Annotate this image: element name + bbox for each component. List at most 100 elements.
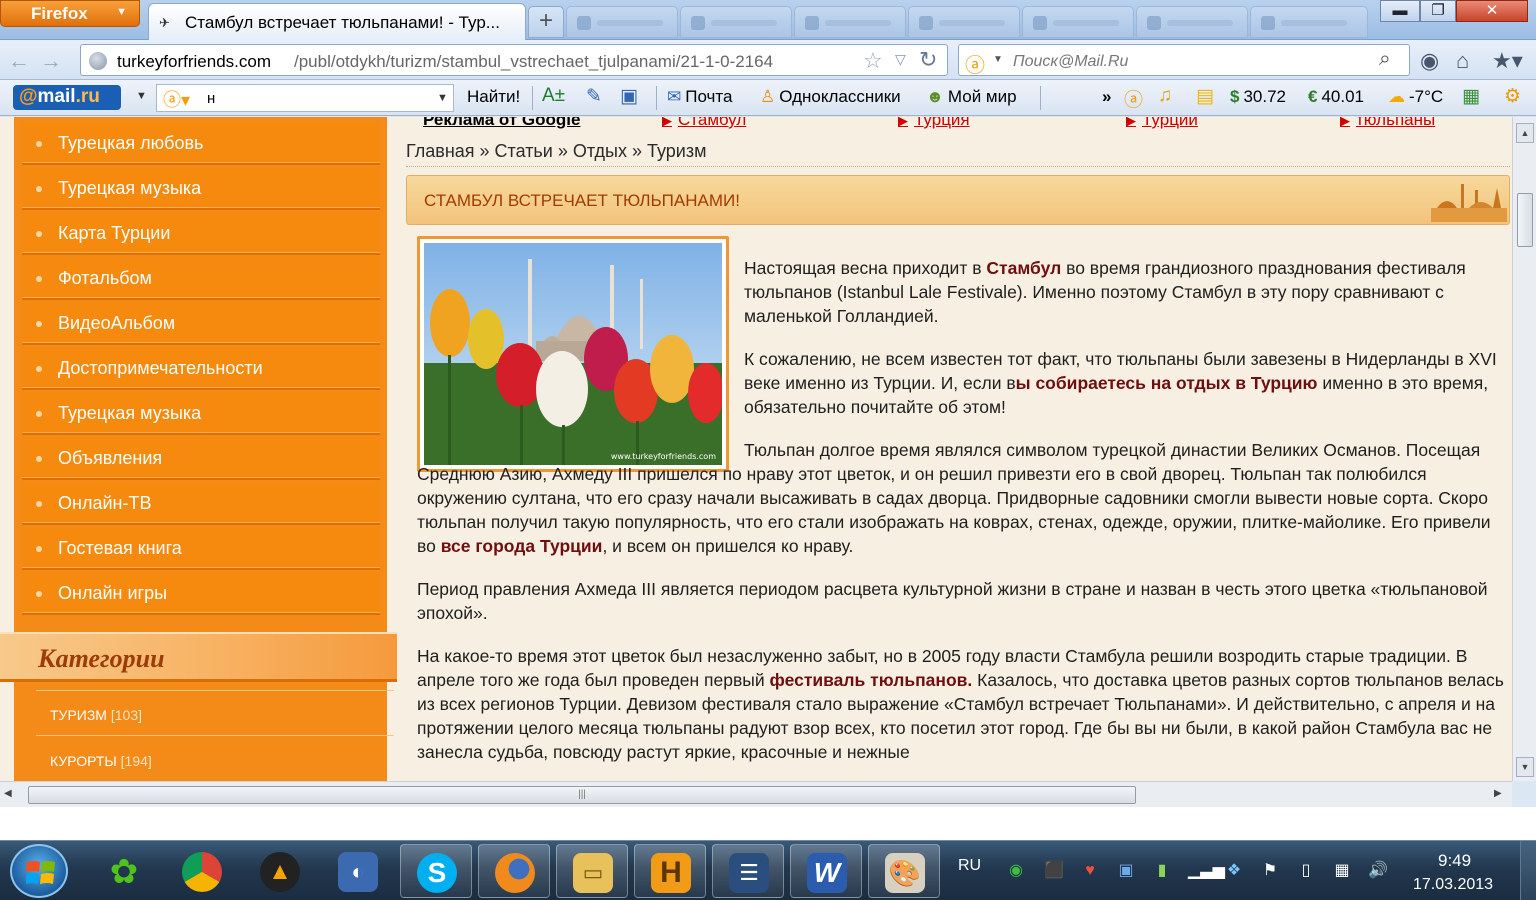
show-desktop-button[interactable] xyxy=(1520,841,1536,900)
usd-rate[interactable]: $30.72 xyxy=(1230,87,1286,107)
games-icon[interactable]: ▤ xyxy=(1196,85,1214,108)
sidebar-item-photo-album[interactable]: Фотальбом xyxy=(22,257,380,300)
scroll-down-arrow-icon[interactable]: ▼ xyxy=(1516,757,1534,777)
back-arrow-icon[interactable]: ← xyxy=(8,48,30,74)
site-identity-icon[interactable] xyxy=(89,52,107,70)
link-istanbul[interactable]: Стамбул xyxy=(986,258,1061,278)
ad-link[interactable]: ▶ тюльпаны xyxy=(1340,117,1435,130)
horizontal-scrollbar[interactable]: ◀ ||| ▶ xyxy=(0,781,1512,807)
forward-arrow-icon[interactable]: → xyxy=(40,48,62,74)
more-chevron-icon[interactable]: » xyxy=(1102,87,1111,107)
close-window-button[interactable]: ✕ xyxy=(1456,0,1528,22)
maximize-button[interactable]: ❐ xyxy=(1420,0,1456,22)
taskbar-firefox[interactable] xyxy=(478,844,550,898)
tray-monitor-icon[interactable]: ▣ xyxy=(1116,861,1136,881)
font-size-icon[interactable]: A± xyxy=(542,85,565,107)
language-indicator[interactable]: RU xyxy=(958,857,981,875)
sidebar-item-video-album[interactable]: ВидеоАльбом xyxy=(22,302,380,345)
sidebar-item-turkish-music-2[interactable]: Турецкая музыка xyxy=(22,392,380,435)
tab-background[interactable] xyxy=(1022,6,1134,38)
tab-background[interactable] xyxy=(566,6,678,38)
tray-usb-icon[interactable]: ▯ xyxy=(1296,861,1316,881)
taskbar-txtru[interactable]: ☰ xyxy=(712,844,784,898)
tab-active[interactable]: ✈ Стамбул встречает тюльпанами! - Тур... xyxy=(148,3,526,40)
reload-icon[interactable]: ↻ xyxy=(919,47,937,73)
mail-link[interactable]: ✉ Почта xyxy=(667,87,732,107)
sidebar-item-sights[interactable]: Достопримечательности xyxy=(22,347,380,390)
breadcrumb-articles[interactable]: Статьи xyxy=(495,141,553,161)
chevron-down-icon[interactable]: ▼ xyxy=(136,90,147,102)
mailru-agent-icon[interactable]: ⓐ xyxy=(1124,85,1143,112)
ads-label[interactable]: Реклама от Google xyxy=(423,117,580,130)
taskbar-aimp[interactable]: ▲ xyxy=(244,844,316,898)
search-bar[interactable]: ⓐ ▼ Поиск@Mail.Ru ⌕ xyxy=(958,44,1410,78)
tab-background[interactable] xyxy=(794,6,906,38)
horizontal-scroll-thumb[interactable]: ||| xyxy=(28,786,1136,804)
tray-utorrent-icon[interactable]: ◉ xyxy=(1006,861,1026,881)
home-icon[interactable]: ⌂ xyxy=(1456,48,1469,74)
breadcrumb-rest[interactable]: Отдых xyxy=(573,141,627,161)
link-all-cities-turkey[interactable]: все города Турции xyxy=(441,536,603,556)
tab-background[interactable] xyxy=(1250,6,1368,38)
ad-link[interactable]: ▶ Турция xyxy=(898,117,970,130)
minimize-button[interactable]: ▬ xyxy=(1380,0,1420,22)
chevron-down-icon[interactable]: ▼ xyxy=(993,54,1003,65)
link-vacation-turkey[interactable]: ы собираетесь на отдых в Турцию xyxy=(1016,373,1318,393)
history-dropdown-icon[interactable]: ▽ xyxy=(895,51,906,68)
breadcrumb-tourism[interactable]: Туризм xyxy=(647,141,706,161)
taskbar-hamachi[interactable]: H xyxy=(634,844,706,898)
tray-pdf-icon[interactable]: ⬛ xyxy=(1044,861,1064,881)
myworld-link[interactable]: ☻ Мой мир xyxy=(926,87,1017,107)
sidebar-item-online-tv[interactable]: Онлайн-ТВ xyxy=(22,482,380,525)
sidebar-item-turkish-music[interactable]: Турецкая музыка xyxy=(22,167,380,210)
mail-search-engine-icon[interactable]: ⓐ xyxy=(965,49,985,78)
clock-date[interactable]: 17.03.2013 xyxy=(1413,876,1493,894)
taskbar-paint[interactable]: 🎨 xyxy=(868,844,940,898)
bookmarks-menu-icon[interactable]: ★▾ xyxy=(1492,48,1523,74)
odnoklassniki-link[interactable]: ♙ Одноклассники xyxy=(760,87,901,107)
find-button[interactable]: Найти! xyxy=(467,87,520,107)
sidebar-item-ads[interactable]: Объявления xyxy=(22,437,380,480)
tray-heart-icon[interactable]: ♥ xyxy=(1080,861,1100,881)
highlighter-icon[interactable]: ✎ xyxy=(586,85,602,108)
taskbar-word[interactable]: W xyxy=(790,844,862,898)
search-icon[interactable]: ⌕ xyxy=(1379,47,1391,71)
tab-background[interactable] xyxy=(680,6,792,38)
taskbar-explorer[interactable]: ▭ xyxy=(556,844,628,898)
clock-time[interactable]: 9:49 xyxy=(1438,851,1471,871)
tray-dropbox-icon[interactable]: ❖ xyxy=(1224,861,1244,881)
address-bar[interactable]: turkeyforfriends.com /publ/otdykh/turizm… xyxy=(80,44,948,76)
scroll-right-arrow-icon[interactable]: ▶ xyxy=(1494,788,1502,799)
bookmark-star-icon[interactable]: ☆ xyxy=(863,48,883,74)
taskbar-skype[interactable]: S xyxy=(400,844,472,898)
settings-gear-icon[interactable]: ⚙ xyxy=(1504,85,1521,108)
vertical-scroll-thumb[interactable] xyxy=(1517,193,1533,247)
eur-rate[interactable]: €40.01 xyxy=(1308,87,1364,107)
vertical-scrollbar[interactable]: ▲ ▼ xyxy=(1512,117,1536,781)
link-tulip-festival[interactable]: фестиваль тюльпанов. xyxy=(770,670,973,690)
zoom-icon[interactable]: ▣ xyxy=(620,85,638,108)
tray-signal-icon[interactable]: ▁▃▅ xyxy=(1188,861,1225,881)
music-icon[interactable]: ♫ xyxy=(1158,85,1172,107)
sidebar-item-online-games[interactable]: Онлайн игры xyxy=(22,572,380,615)
tray-network-icon[interactable]: ▦ xyxy=(1332,861,1352,881)
sidebar-item-turkish-love[interactable]: Турецкая любовь xyxy=(22,122,380,165)
sidebar-item-turkey-map[interactable]: Карта Турции xyxy=(22,212,380,255)
sidebar-item-guestbook[interactable]: Гостевая книга xyxy=(22,527,380,570)
tray-volume-icon[interactable]: 🔊 xyxy=(1368,861,1388,881)
tray-app-icon[interactable]: ▮ xyxy=(1152,861,1172,881)
tab-background[interactable] xyxy=(1136,6,1248,38)
taskbar-icq[interactable]: ✿ xyxy=(88,844,160,898)
chevron-down-icon[interactable]: ▼ xyxy=(437,92,448,104)
scroll-left-arrow-icon[interactable]: ◀ xyxy=(4,788,12,799)
new-tab-button[interactable]: + xyxy=(528,6,564,38)
ad-link[interactable]: ▶ Турции xyxy=(1126,117,1198,130)
scroll-up-arrow-icon[interactable]: ▲ xyxy=(1516,123,1534,143)
taskbar-virtualdub[interactable]: ◐ xyxy=(322,844,394,898)
weather-widget[interactable]: ☁ -7°C xyxy=(1388,87,1443,107)
taskbar-chrome[interactable] xyxy=(166,844,238,898)
sync-icon[interactable]: ◉ xyxy=(1420,48,1439,74)
ad-link[interactable]: ▶ Стамбул xyxy=(662,117,746,130)
tray-flag-icon[interactable]: ⚑ xyxy=(1260,861,1280,881)
category-link-tourism[interactable]: ТУРИЗМ [103] xyxy=(50,707,142,723)
